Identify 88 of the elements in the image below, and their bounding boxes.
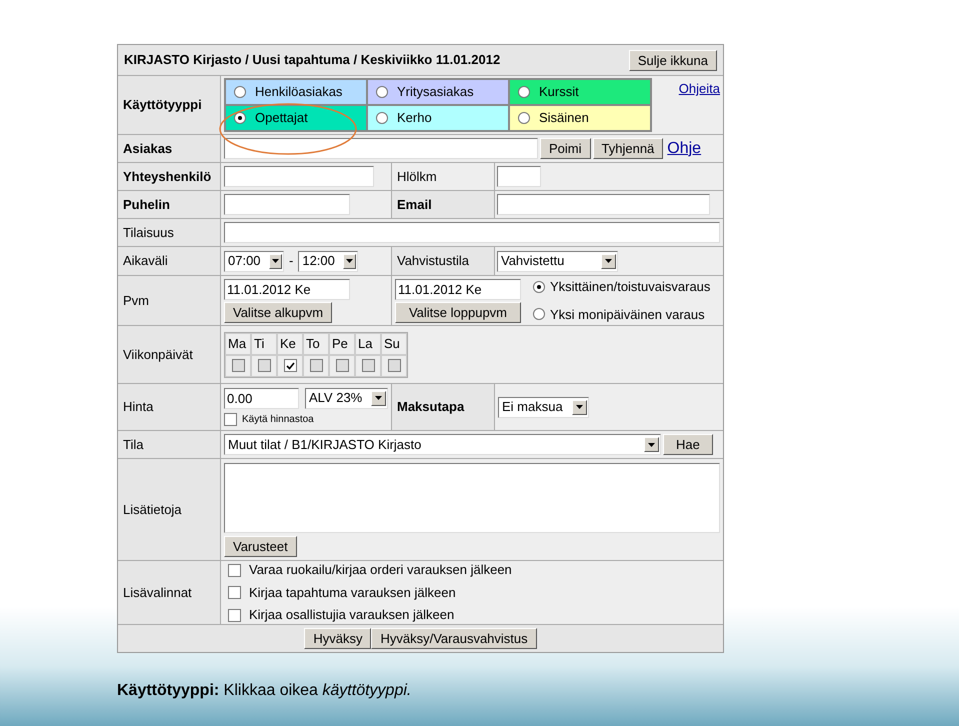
caret-icon bbox=[644, 437, 659, 452]
radio-button[interactable] bbox=[234, 112, 246, 124]
usage-type-option[interactable]: Kerho bbox=[367, 105, 509, 131]
checkbox[interactable] bbox=[362, 359, 374, 372]
field-label: Asiakas bbox=[118, 135, 221, 162]
radio-button[interactable] bbox=[518, 86, 530, 98]
checkbox-label: Käytä hinnastoa bbox=[242, 412, 314, 426]
count-field[interactable] bbox=[497, 166, 541, 187]
checkbox[interactable] bbox=[228, 586, 241, 599]
weekday-header: Ke bbox=[277, 332, 303, 354]
start-date-field[interactable]: 11.01.2012 Ke bbox=[224, 278, 350, 300]
checkbox[interactable] bbox=[310, 359, 322, 372]
usage-type-option[interactable]: Henkilöasiakas bbox=[225, 79, 367, 105]
field-label: Tila bbox=[118, 431, 221, 458]
occasion-field[interactable] bbox=[224, 222, 720, 243]
range-separator: - bbox=[289, 252, 294, 270]
field-label: Puhelin bbox=[118, 191, 221, 218]
field-label: Viikonpäivät bbox=[118, 326, 221, 383]
field-label: Tilaisuus bbox=[118, 219, 221, 246]
field-label: Email bbox=[392, 191, 495, 218]
clear-button[interactable]: Tyhjennä bbox=[592, 138, 664, 159]
end-time-select[interactable]: 12:00 bbox=[298, 250, 358, 272]
field-label: Käyttötyyppi bbox=[118, 76, 221, 134]
checkbox[interactable] bbox=[232, 359, 244, 372]
help-link[interactable]: Ohjeita bbox=[678, 79, 720, 98]
radio-button[interactable] bbox=[518, 112, 530, 124]
end-date-field[interactable]: 11.01.2012 Ke bbox=[395, 278, 521, 300]
caret-icon bbox=[572, 400, 587, 414]
accept-button[interactable]: Hyväksy/Varausvahvistus bbox=[371, 628, 537, 649]
radio-button[interactable] bbox=[533, 308, 545, 320]
search-button[interactable]: Hae bbox=[663, 434, 713, 455]
start-time-select[interactable]: 07:00 bbox=[224, 250, 284, 272]
field-label: Maksutapa bbox=[392, 384, 495, 430]
checkbox-label: Kirjaa tapahtuma varauksen jälkeen bbox=[249, 584, 456, 602]
weekday-header: Su bbox=[381, 332, 407, 354]
caret-icon bbox=[268, 254, 282, 268]
checkbox[interactable] bbox=[284, 359, 296, 372]
checkbox[interactable] bbox=[388, 359, 400, 372]
radio-button[interactable] bbox=[533, 280, 545, 293]
weekday-header: Ti bbox=[251, 332, 277, 354]
checkbox[interactable] bbox=[224, 412, 237, 426]
end-date-button[interactable]: Valitse loppupvm bbox=[395, 302, 521, 322]
contact-field[interactable] bbox=[224, 166, 374, 187]
caret-icon bbox=[342, 254, 356, 268]
close-button[interactable]: Sulje ikkuna bbox=[628, 50, 717, 70]
field-label: Pvm bbox=[118, 276, 221, 325]
radio-label: Yksi monipäiväinen varaus bbox=[550, 306, 705, 324]
usage-type-option[interactable]: Opettajat bbox=[225, 105, 367, 131]
pick-button[interactable]: Poimi bbox=[540, 138, 591, 159]
phone-field[interactable] bbox=[224, 194, 350, 215]
field-label: Hinta bbox=[118, 384, 221, 430]
weekday-header: La bbox=[355, 332, 381, 354]
payment-select[interactable]: Ei maksua bbox=[498, 396, 589, 418]
checkbox[interactable] bbox=[336, 359, 348, 372]
caret-icon bbox=[371, 390, 386, 406]
checkbox[interactable] bbox=[228, 608, 241, 622]
field-label: Lisävalinnat bbox=[118, 561, 221, 624]
radio-button[interactable] bbox=[234, 86, 246, 98]
price-field[interactable]: 0.00 bbox=[224, 388, 299, 408]
help-link[interactable]: Ohje bbox=[667, 136, 702, 160]
usage-type-option[interactable]: Kurssit bbox=[509, 79, 651, 105]
vat-select[interactable]: ALV 23% bbox=[305, 388, 388, 408]
usage-type-option[interactable]: Yritysasiakas bbox=[367, 79, 509, 105]
weekday-header: Ma bbox=[225, 332, 251, 354]
field-label: Vahvistustila bbox=[392, 247, 495, 275]
accept-button[interactable]: Hyväksy bbox=[304, 628, 372, 649]
email-field[interactable] bbox=[497, 194, 710, 215]
field-label: Aikaväli bbox=[118, 247, 221, 275]
weekday-header: Pe bbox=[329, 332, 355, 354]
customer-field[interactable] bbox=[224, 138, 538, 159]
slide-caption: Käyttötyyppi: Klikkaa oikea käyttötyyppi. bbox=[117, 681, 412, 701]
radio-button[interactable] bbox=[376, 112, 388, 124]
checkbox[interactable] bbox=[258, 359, 270, 372]
caret-icon bbox=[601, 254, 616, 268]
status-select[interactable]: Vahvistettu bbox=[497, 250, 618, 272]
weekday-header: To bbox=[303, 332, 329, 354]
start-date-button[interactable]: Valitse alkupvm bbox=[224, 302, 332, 322]
radio-button[interactable] bbox=[376, 86, 388, 98]
radio-label: Yksittäinen/toistuvaisvaraus bbox=[550, 278, 710, 296]
checkbox-label: Kirjaa osallistujia varauksen jälkeen bbox=[249, 606, 454, 624]
equipment-button[interactable]: Varusteet bbox=[224, 536, 297, 556]
checkbox-label: Varaa ruokailu/kirjaa orderi varauksen jälkeen bbox=[249, 561, 512, 580]
checkbox[interactable] bbox=[228, 564, 241, 576]
room-select[interactable]: Muut tilat / B1/KIRJASTO Kirjasto bbox=[224, 434, 661, 455]
field-label: Lisätietoja bbox=[118, 459, 221, 560]
field-label: Yhteyshenkilö bbox=[118, 163, 221, 190]
window-title: KIRJASTO Kirjasto / Uusi tapahtuma / Keskiviikko 11.01.2012 bbox=[124, 51, 500, 70]
usage-type-option[interactable]: Sisäinen bbox=[509, 105, 651, 131]
